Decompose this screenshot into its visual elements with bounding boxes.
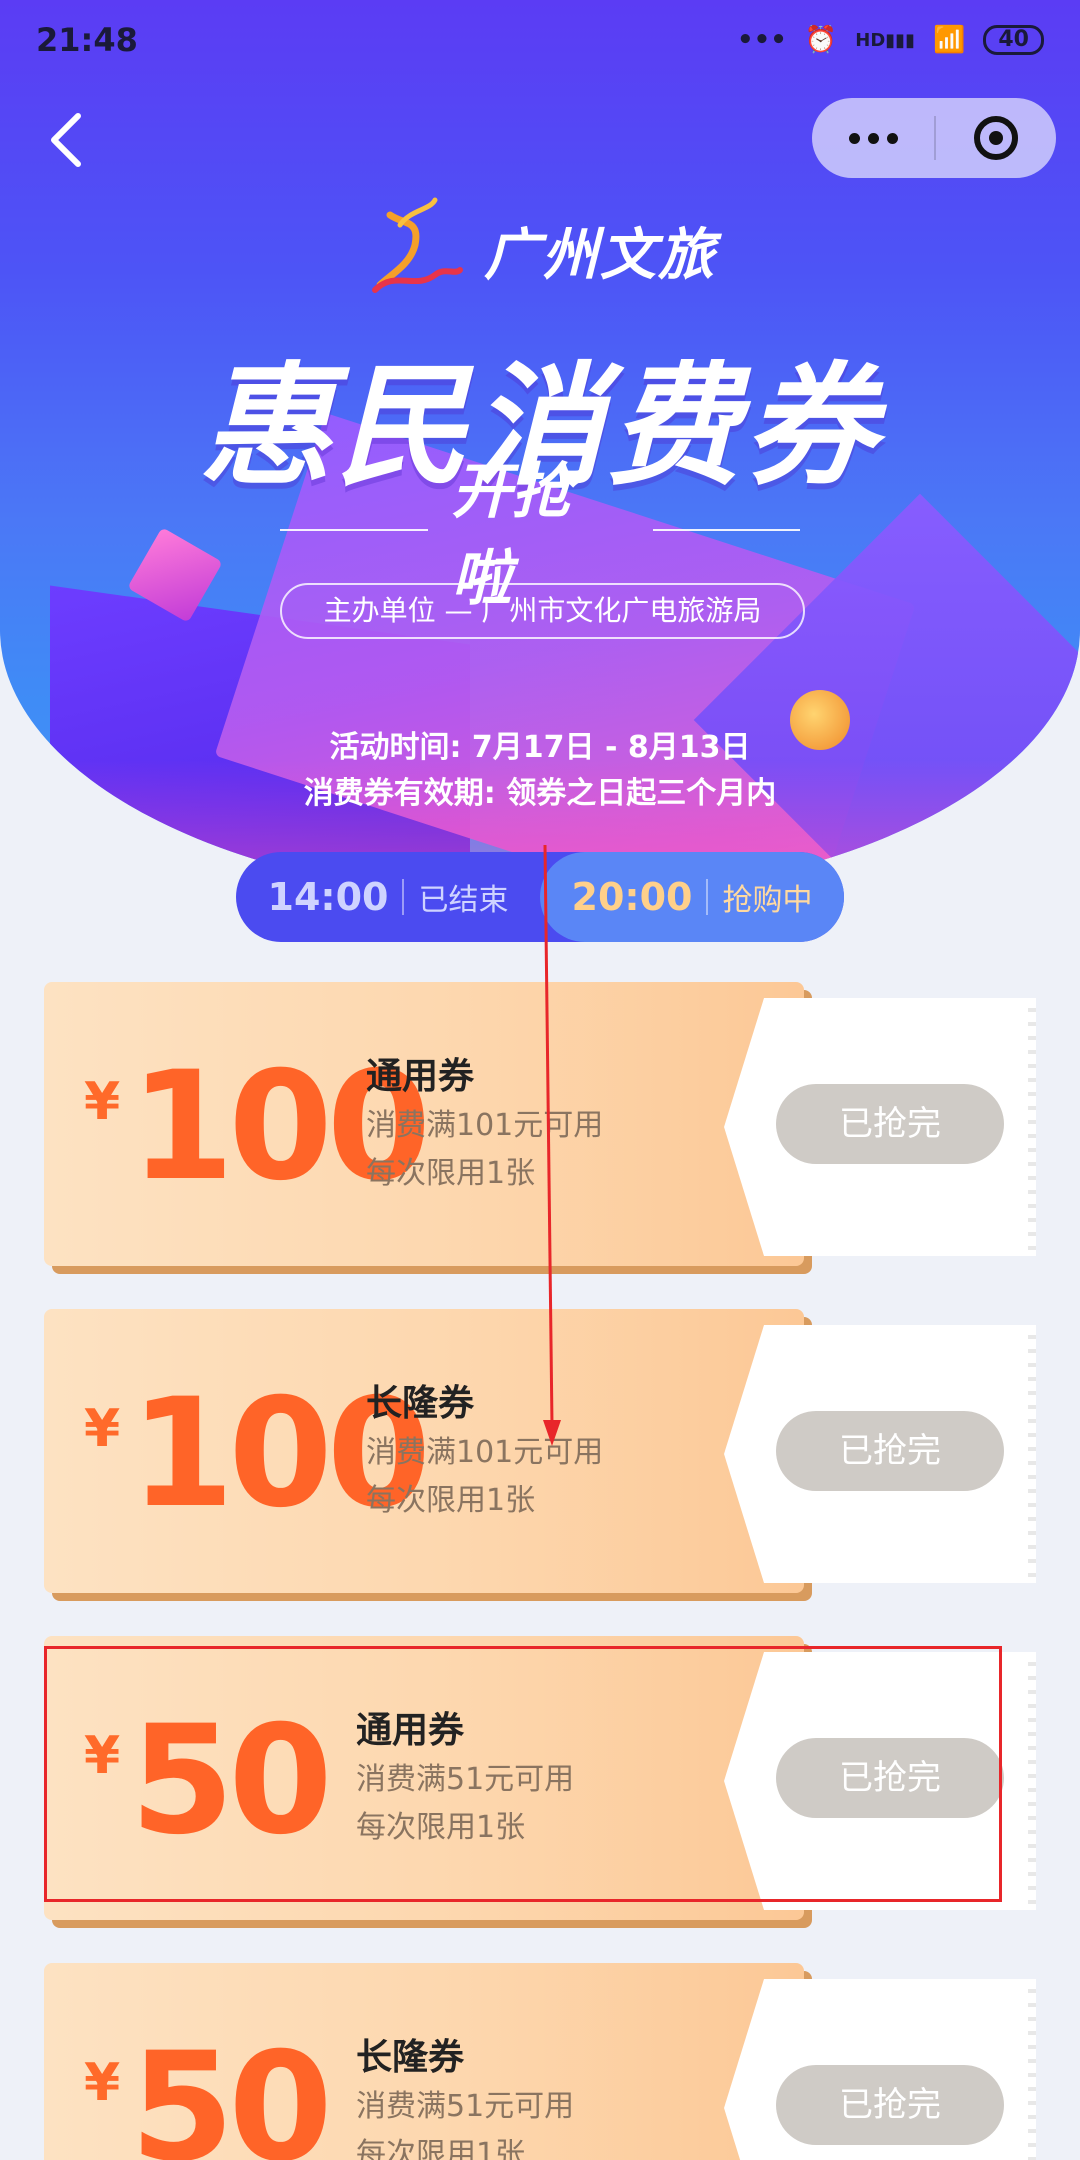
mini-program-capsule	[812, 98, 1056, 178]
perforated-edge	[1028, 998, 1036, 1256]
status-bar: 21:48 ••• ⏰ HD▮▮▮ 📶 40	[0, 0, 1080, 80]
guangzhou-culture-tourism-logo-icon	[372, 197, 463, 293]
session-status: 抢购中	[722, 883, 813, 918]
currency-symbol: ¥	[84, 1072, 121, 1132]
tab-session-1400[interactable]: 14:00 已结束	[236, 852, 540, 942]
battery-icon: 40	[983, 25, 1044, 55]
perforated-edge	[1028, 1652, 1036, 1910]
coupon-condition: 消费满101元可用	[366, 1108, 604, 1143]
perforated-edge	[1028, 1325, 1036, 1583]
more-dot	[886, 132, 898, 144]
session-time: 20:00	[571, 875, 693, 919]
close-mini-program-button[interactable]	[936, 98, 1056, 178]
coupon-card: ¥ 100 长隆券 消费满101元可用 每次限用1张 已抢完	[44, 1309, 1036, 1601]
coupon-limit: 每次限用1张	[366, 1483, 536, 1518]
coupon-info: 通用券 消费满101元可用 每次限用1张	[366, 1052, 603, 1198]
more-dot	[867, 132, 879, 144]
subtitle-row: 开抢啦	[280, 457, 800, 614]
coupon-title: 长隆券	[356, 2037, 465, 2078]
coupon-limit: 每次限用1张	[366, 1156, 536, 1191]
activity-time: 活动时间: 7月17日 - 8月13日	[329, 730, 751, 765]
tab-separator	[706, 879, 709, 915]
session-tabs: 14:00 已结束 20:00 抢购中	[236, 852, 844, 942]
coupon-body: ¥ 50 长隆券 消费满51元可用 每次限用1张	[44, 1963, 804, 2160]
sold-out-button[interactable]: 已抢完	[776, 1084, 1004, 1164]
coupon-condition: 消费满101元可用	[366, 1435, 604, 1470]
sold-out-button[interactable]: 已抢完	[776, 2065, 1004, 2145]
coupon-body: ¥ 100 通用券 消费满101元可用 每次限用1张	[44, 982, 804, 1266]
coupon-limit: 每次限用1张	[356, 2137, 526, 2160]
activity-info: 活动时间: 7月17日 - 8月13日 消费券有效期: 领券之日起三个月内	[0, 725, 1080, 817]
signal-icon: HD▮▮▮	[855, 29, 915, 51]
session-time: 14:00	[267, 875, 389, 919]
coupon-body: ¥ 100 长隆券 消费满101元可用 每次限用1张	[44, 1309, 804, 1593]
divider-line	[652, 529, 800, 531]
sold-out-button[interactable]: 已抢完	[776, 1411, 1004, 1491]
hd-label: HD	[855, 29, 886, 51]
chevron-left-icon	[51, 113, 81, 167]
wifi-icon: 📶	[933, 25, 966, 55]
status-icons: ••• ⏰ HD▮▮▮ 📶 40	[737, 25, 1044, 55]
back-button[interactable]	[36, 110, 96, 170]
coupon-info: 长隆券 消费满101元可用 每次限用1张	[366, 1379, 603, 1525]
annotation-highlight-box	[44, 1646, 1002, 1902]
coupon-title: 长隆券	[366, 1383, 475, 1424]
organizer-badge: 主办单位 — 广州市文化广电旅游局	[280, 583, 805, 639]
coupon-condition: 消费满51元可用	[356, 2089, 575, 2124]
divider-line	[280, 529, 428, 531]
perforated-edge	[1028, 1979, 1036, 2160]
coupon-info: 长隆券 消费满51元可用 每次限用1张	[356, 2033, 574, 2160]
tab-session-2000[interactable]: 20:00 抢购中	[540, 852, 844, 942]
brand-name: 广州文旅	[484, 222, 716, 288]
notification-dots-icon: •••	[737, 25, 787, 55]
target-dot	[989, 131, 1003, 145]
status-time: 21:48	[36, 21, 138, 59]
target-circle-icon	[974, 116, 1018, 160]
session-status: 已结束	[418, 883, 509, 918]
alarm-icon: ⏰	[804, 25, 838, 55]
coupon-card: ¥ 50 长隆券 消费满51元可用 每次限用1张 已抢完	[44, 1963, 1036, 2160]
more-dots-icon	[848, 132, 860, 144]
coupon-card: ¥ 100 通用券 消费满101元可用 每次限用1张 已抢完	[44, 982, 1036, 1274]
more-button[interactable]	[812, 98, 934, 178]
currency-symbol: ¥	[84, 1399, 121, 1459]
tab-separator	[402, 879, 405, 915]
currency-symbol: ¥	[84, 2053, 121, 2113]
coupon-validity: 消费券有效期: 领券之日起三个月内	[303, 776, 777, 811]
brand: 广州文旅	[360, 190, 716, 310]
coupon-title: 通用券	[366, 1056, 475, 1097]
coupon-amount: 50	[130, 2021, 333, 2160]
